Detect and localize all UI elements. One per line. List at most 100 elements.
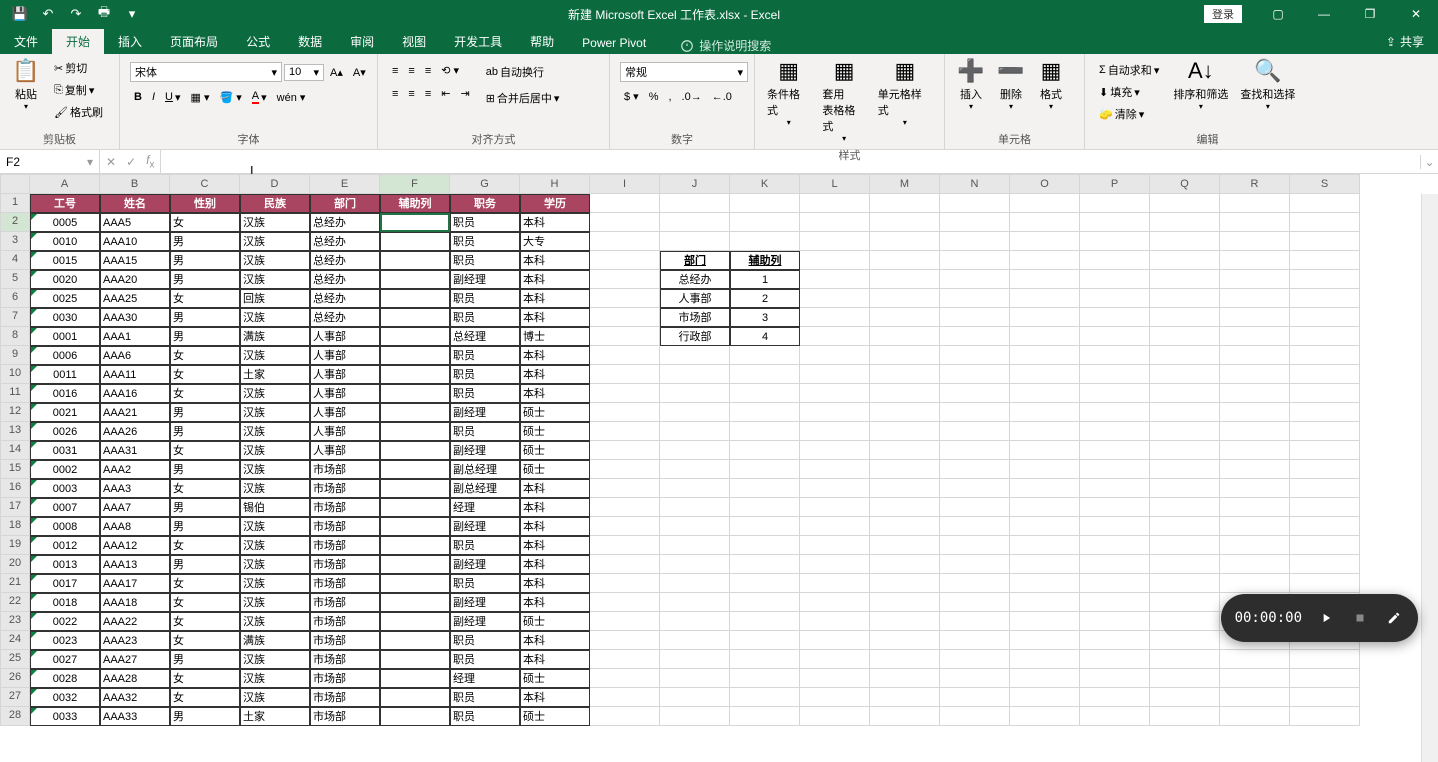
cell[interactable]: 满族 (240, 631, 310, 650)
cell[interactable]: 汉族 (240, 232, 310, 251)
cell[interactable]: 女 (170, 593, 240, 612)
cell[interactable] (1220, 688, 1290, 707)
cell[interactable] (590, 270, 660, 289)
cell[interactable]: 汉族 (240, 536, 310, 555)
column-header[interactable]: N (940, 174, 1010, 194)
decrease-font-icon[interactable]: A▾ (349, 64, 370, 81)
cell[interactable] (940, 517, 1010, 536)
cell[interactable]: 本科 (520, 270, 590, 289)
cell[interactable]: 0027 (30, 650, 100, 669)
cell[interactable] (940, 574, 1010, 593)
cell[interactable]: 职员 (450, 688, 520, 707)
cell[interactable]: 市场部 (310, 479, 380, 498)
row-header[interactable]: 22 (0, 593, 30, 612)
cell[interactable]: 女 (170, 631, 240, 650)
cell[interactable]: 0022 (30, 612, 100, 631)
cell-styles-button[interactable]: ▦单元格样式▾ (872, 56, 938, 129)
cell[interactable]: 男 (170, 232, 240, 251)
cell[interactable] (1080, 669, 1150, 688)
cell[interactable] (660, 669, 730, 688)
cell[interactable] (800, 707, 870, 726)
cell[interactable]: 总经办 (310, 308, 380, 327)
cell[interactable]: 硕士 (520, 612, 590, 631)
column-header[interactable]: C (170, 174, 240, 194)
cell[interactable] (1080, 650, 1150, 669)
cell[interactable] (1080, 688, 1150, 707)
cell[interactable] (800, 289, 870, 308)
cell[interactable] (730, 498, 800, 517)
cell[interactable] (660, 555, 730, 574)
cell[interactable] (1150, 574, 1220, 593)
cell[interactable] (660, 422, 730, 441)
cell[interactable]: 汉族 (240, 346, 310, 365)
cell[interactable] (940, 688, 1010, 707)
cell[interactable] (940, 232, 1010, 251)
cell[interactable] (1080, 327, 1150, 346)
delete-cells-button[interactable]: ➖删除▾ (991, 56, 1031, 113)
cell[interactable]: 职员 (450, 631, 520, 650)
cell[interactable]: 汉族 (240, 213, 310, 232)
cell[interactable] (870, 232, 940, 251)
align-left-icon[interactable]: ≡ (388, 86, 402, 102)
cell[interactable]: 汉族 (240, 441, 310, 460)
italic-button[interactable]: I (148, 89, 159, 105)
cell[interactable]: 男 (170, 707, 240, 726)
cell[interactable]: 硕士 (520, 441, 590, 460)
cell[interactable] (1150, 213, 1220, 232)
column-header[interactable]: S (1290, 174, 1360, 194)
cell[interactable]: 本科 (520, 688, 590, 707)
cell[interactable] (660, 441, 730, 460)
cell[interactable] (1010, 612, 1080, 631)
cell[interactable]: 男 (170, 308, 240, 327)
cell[interactable] (660, 688, 730, 707)
cell[interactable]: AAA2 (100, 460, 170, 479)
cell[interactable]: 男 (170, 270, 240, 289)
cell[interactable]: 总经办 (310, 270, 380, 289)
cell[interactable] (380, 403, 450, 422)
cell[interactable] (590, 251, 660, 270)
cell[interactable] (1150, 536, 1220, 555)
cell[interactable]: 博士 (520, 327, 590, 346)
cell[interactable] (870, 498, 940, 517)
cell[interactable] (590, 574, 660, 593)
cell[interactable] (940, 289, 1010, 308)
cell[interactable]: AAA10 (100, 232, 170, 251)
cell[interactable] (380, 289, 450, 308)
cell[interactable] (590, 365, 660, 384)
cell[interactable] (940, 612, 1010, 631)
row-header[interactable]: 1 (0, 194, 30, 213)
cell[interactable] (1290, 498, 1360, 517)
cell[interactable] (380, 308, 450, 327)
cell[interactable]: 汉族 (240, 593, 310, 612)
cell[interactable] (380, 631, 450, 650)
cell[interactable] (660, 517, 730, 536)
cell[interactable]: 姓名 (100, 194, 170, 213)
column-header[interactable]: L (800, 174, 870, 194)
row-header[interactable]: 15 (0, 460, 30, 479)
row-header[interactable]: 6 (0, 289, 30, 308)
fill-color-button[interactable]: 🪣 ▾ (215, 89, 245, 106)
cell[interactable]: 0030 (30, 308, 100, 327)
column-header[interactable]: P (1080, 174, 1150, 194)
cell[interactable] (590, 498, 660, 517)
cell[interactable] (940, 422, 1010, 441)
cell[interactable] (800, 555, 870, 574)
cell[interactable] (1080, 289, 1150, 308)
cell[interactable] (1150, 194, 1220, 213)
font-name-select[interactable]: 宋体▾ (130, 62, 282, 82)
cell[interactable]: AAA27 (100, 650, 170, 669)
cell[interactable] (1290, 289, 1360, 308)
cell[interactable]: 硕士 (520, 669, 590, 688)
save-icon[interactable]: 💾 (8, 3, 32, 25)
cell[interactable] (800, 384, 870, 403)
cell[interactable]: 总经理 (450, 327, 520, 346)
cell[interactable]: 市场部 (310, 536, 380, 555)
copy-button[interactable]: ⎘ 复制 ▾ (50, 80, 107, 100)
cell[interactable]: 女 (170, 289, 240, 308)
cell[interactable] (1010, 707, 1080, 726)
cell[interactable] (1150, 555, 1220, 574)
cell[interactable] (1010, 308, 1080, 327)
cell[interactable] (1290, 213, 1360, 232)
cell[interactable] (940, 555, 1010, 574)
maximize-icon[interactable]: ❐ (1348, 0, 1392, 28)
